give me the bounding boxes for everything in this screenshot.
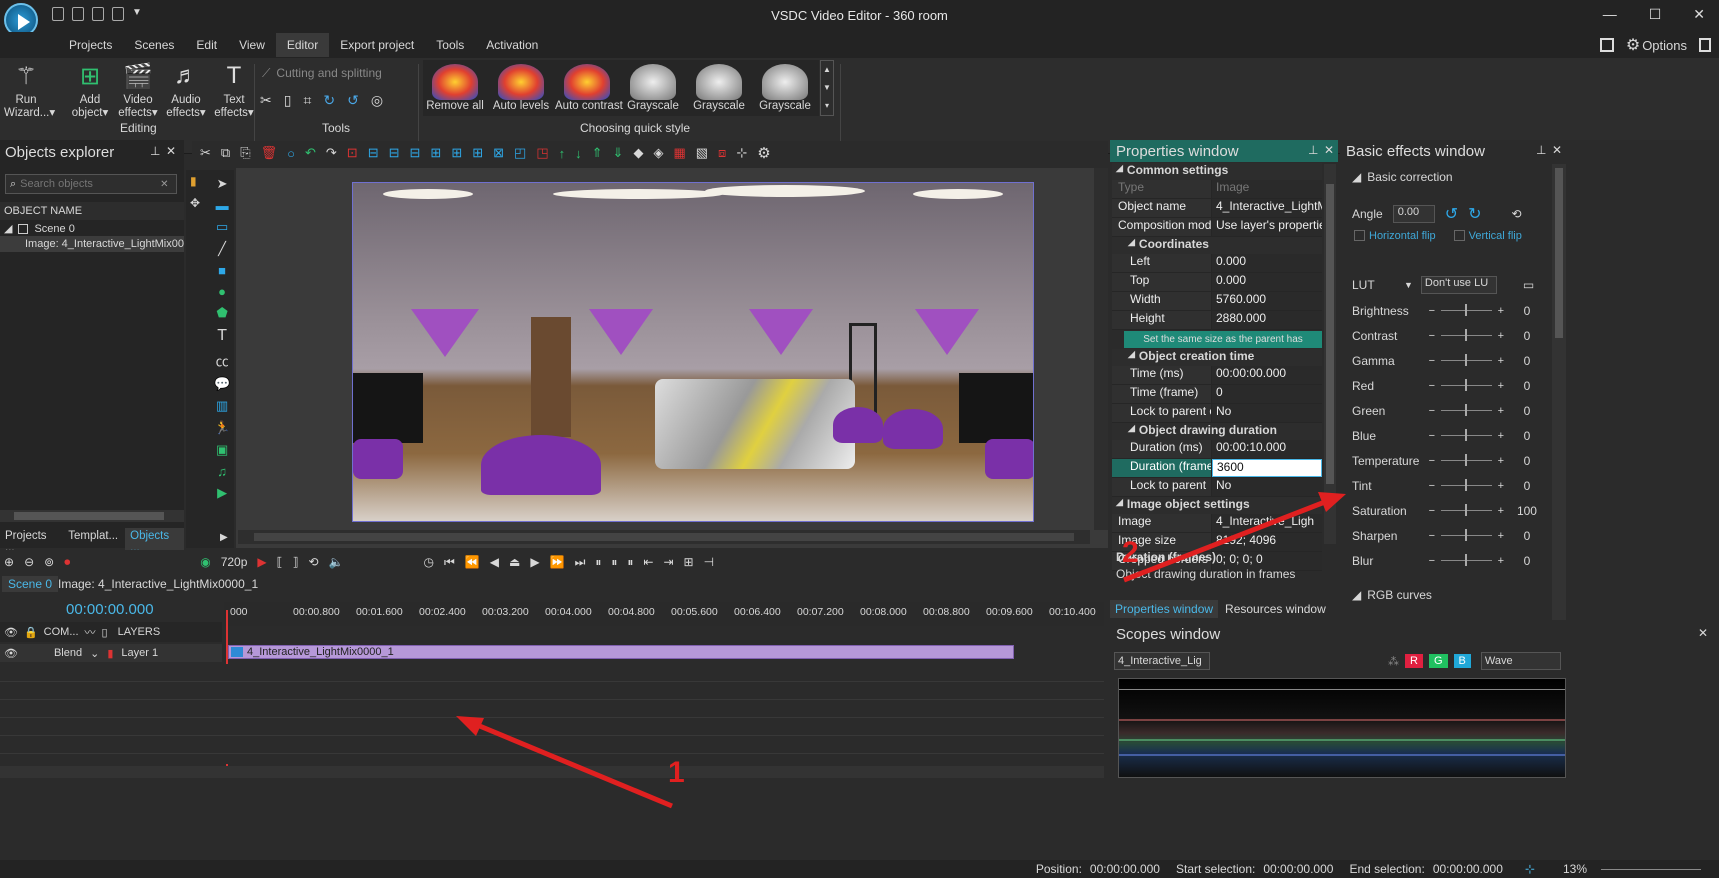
- end-selection-value: 00:00:00.000: [1432, 862, 1503, 876]
- annotation-number-1: 1: [668, 756, 685, 789]
- annotation-number-2: 2: [1122, 536, 1139, 569]
- zoom-icon[interactable]: ⊹: [1525, 862, 1535, 876]
- annotation-arrows: [456, 492, 1346, 809]
- zoom-value: 13%: [1562, 862, 1587, 876]
- status-bar: Position: 00:00:00.000 Start selection: …: [0, 860, 1719, 878]
- zoom-slider[interactable]: [1601, 868, 1701, 870]
- start-selection-value: 00:00:00.000: [1263, 862, 1334, 876]
- position-value: 00:00:00.000: [1089, 862, 1160, 876]
